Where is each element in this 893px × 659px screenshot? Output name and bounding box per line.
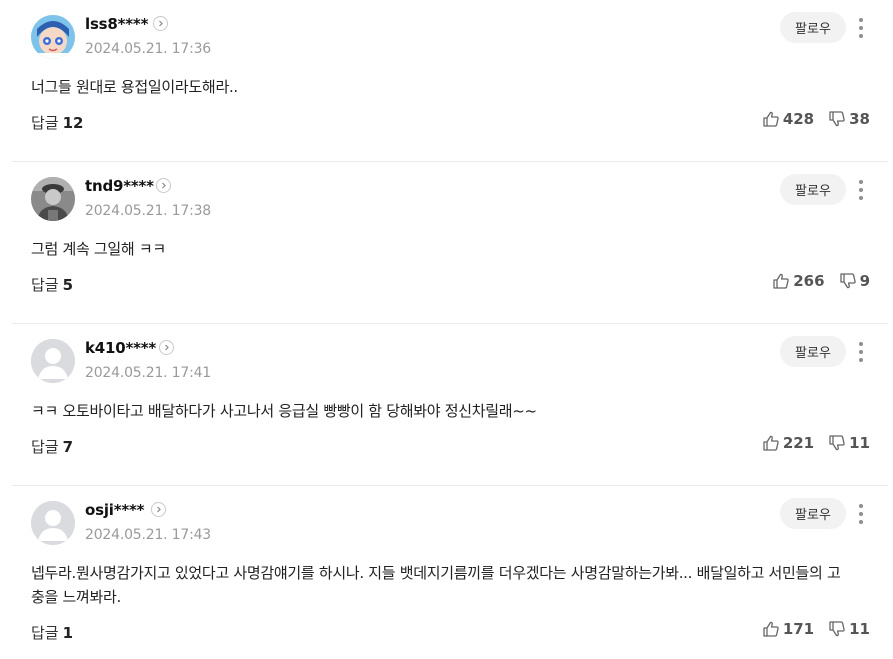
chevron-right-icon[interactable] xyxy=(159,340,174,355)
comment-date: 2024.05.21. 17:36 xyxy=(85,41,212,57)
avatar[interactable] xyxy=(31,501,75,545)
reply-count: 12 xyxy=(62,114,84,132)
dislike-count: 11 xyxy=(849,434,870,452)
like-count: 428 xyxy=(782,110,815,128)
dislike-count: 38 xyxy=(849,110,870,128)
thumbs-up-icon xyxy=(772,272,790,290)
thumbs-up-icon xyxy=(762,434,780,452)
comment-text: ㅋㅋ 오토바이타고 배달하다가 사고나서 응급실 빵빵이 함 당해봐야 정신차릴… xyxy=(31,402,537,420)
reply-button[interactable]: 답글 1 xyxy=(31,622,73,643)
like-button[interactable]: 428 xyxy=(762,110,814,128)
like-count: 266 xyxy=(793,272,825,290)
comment-text: 넵두라.뭔사명감가지고 있었다고 사명감얘기를 하시나. 지들 뱃데지기름끼를 … xyxy=(31,564,841,606)
comment-item: lss8**** 2024.05.21. 17:36 팔로우 너그들 원대로 용… xyxy=(12,0,888,162)
comment-date: 2024.05.21. 17:41 xyxy=(85,365,212,381)
thumbs-up-icon xyxy=(762,620,780,638)
comment-item: osji**** 2024.05.21. 17:43 팔로우 넵두라.뭔사명감가… xyxy=(12,486,888,659)
reply-label: 답글 xyxy=(31,438,59,456)
dislike-button[interactable]: 11 xyxy=(828,620,870,638)
reply-label: 답글 xyxy=(31,624,59,642)
more-options-icon[interactable] xyxy=(854,16,868,40)
avatar[interactable] xyxy=(31,177,75,221)
more-options-icon[interactable] xyxy=(854,178,868,202)
username[interactable]: tnd9**** xyxy=(85,177,154,195)
chevron-right-icon[interactable] xyxy=(156,178,171,193)
reactions: 266 9 xyxy=(772,272,870,290)
chevron-right-icon[interactable] xyxy=(153,16,168,31)
dislike-button[interactable]: 38 xyxy=(828,110,870,128)
reply-button[interactable]: 답글 12 xyxy=(31,112,83,133)
reply-button[interactable]: 답글 5 xyxy=(31,274,73,295)
comment-item: k410**** 2024.05.21. 17:41 팔로우 ㅋㅋ 오토바이타고… xyxy=(12,324,888,486)
more-options-icon[interactable] xyxy=(854,340,868,364)
reactions: 221 11 xyxy=(762,434,870,452)
thumbs-down-icon xyxy=(839,272,857,290)
more-options-icon[interactable] xyxy=(854,502,868,526)
reply-button[interactable]: 답글 7 xyxy=(31,436,73,457)
username[interactable]: osji**** xyxy=(85,501,144,519)
avatar[interactable] xyxy=(31,339,75,383)
like-button[interactable]: 266 xyxy=(772,272,825,290)
reply-label: 답글 xyxy=(31,276,59,294)
reply-count: 5 xyxy=(62,276,74,294)
username[interactable]: lss8**** xyxy=(85,15,148,33)
comment-item: tnd9**** 2024.05.21. 17:38 팔로우 그럼 계속 그일해… xyxy=(12,162,888,324)
follow-button[interactable]: 팔로우 xyxy=(780,12,846,43)
like-button[interactable]: 171 xyxy=(762,620,814,638)
thumbs-down-icon xyxy=(828,434,846,452)
like-count: 171 xyxy=(782,620,815,638)
dislike-button[interactable]: 11 xyxy=(828,434,870,452)
comment-date: 2024.05.21. 17:38 xyxy=(85,203,212,219)
like-count: 221 xyxy=(782,434,815,452)
dislike-count: 9 xyxy=(859,272,870,290)
thumbs-down-icon xyxy=(828,110,846,128)
comment-text: 너그들 원대로 용접일이라도해라.. xyxy=(31,78,238,96)
reply-label: 답글 xyxy=(31,114,59,132)
reply-count: 1 xyxy=(62,624,74,642)
follow-button[interactable]: 팔로우 xyxy=(780,174,846,205)
reactions: 171 11 xyxy=(762,620,870,638)
thumbs-down-icon xyxy=(828,620,846,638)
comment-text: 그럼 계속 그일해 ㅋㅋ xyxy=(31,240,166,258)
like-button[interactable]: 221 xyxy=(762,434,814,452)
reply-count: 7 xyxy=(62,438,74,456)
reactions: 428 38 xyxy=(762,110,870,128)
comment-date: 2024.05.21. 17:43 xyxy=(85,527,212,543)
chevron-right-icon[interactable] xyxy=(151,502,166,517)
follow-button[interactable]: 팔로우 xyxy=(780,498,846,529)
avatar[interactable] xyxy=(31,15,75,59)
username[interactable]: k410**** xyxy=(85,339,156,357)
comment-list: lss8**** 2024.05.21. 17:36 팔로우 너그들 원대로 용… xyxy=(0,0,893,659)
dislike-count: 11 xyxy=(849,620,870,638)
dislike-button[interactable]: 9 xyxy=(839,272,870,290)
thumbs-up-icon xyxy=(762,110,780,128)
follow-button[interactable]: 팔로우 xyxy=(780,336,846,367)
